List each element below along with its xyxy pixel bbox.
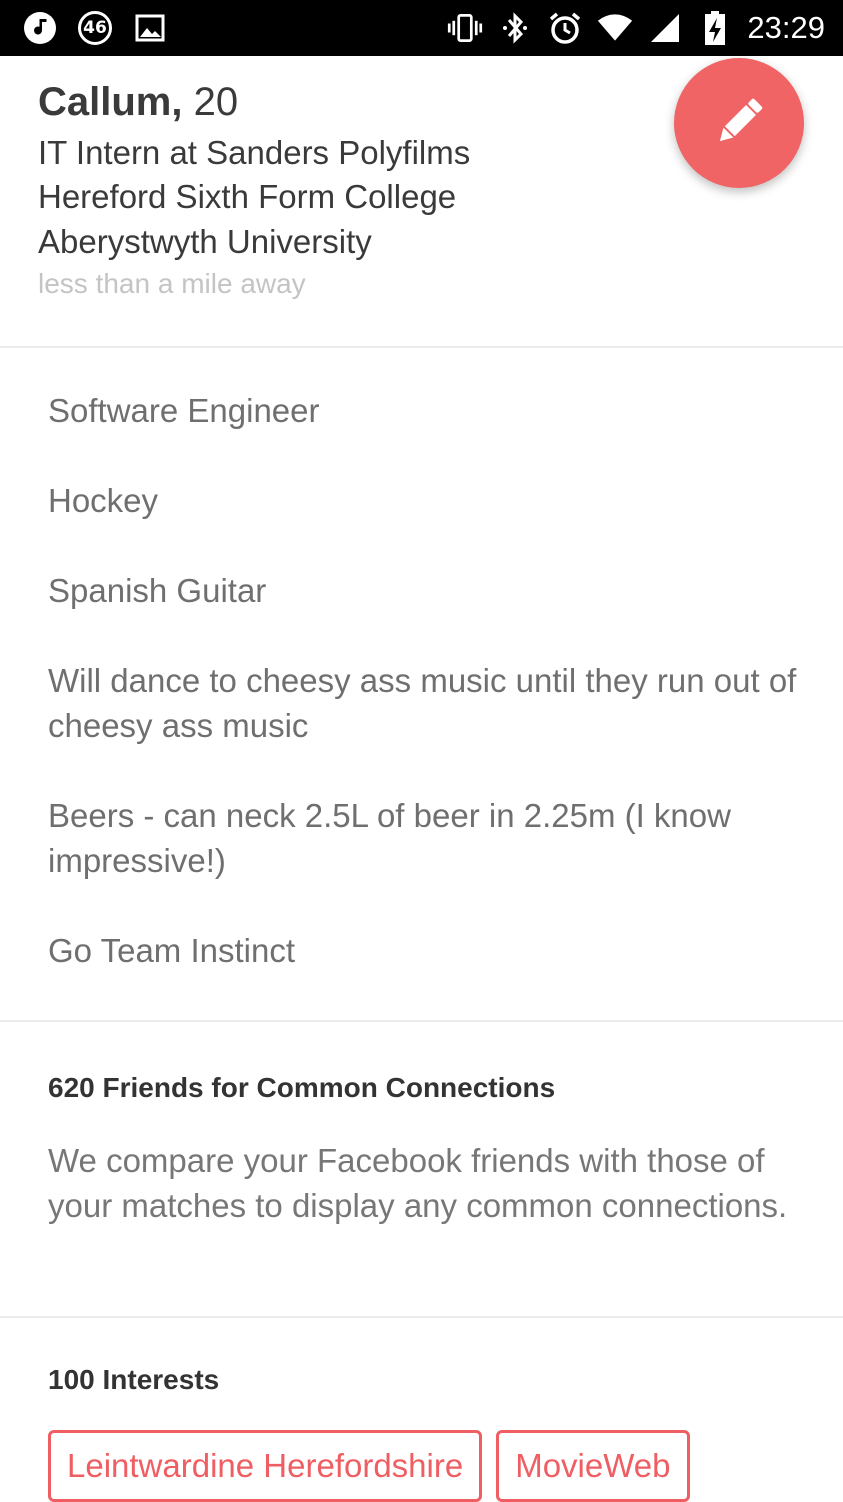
age-text: 20 — [193, 80, 239, 124]
divider — [0, 1316, 843, 1318]
bio-line: Go Team Instinct — [48, 932, 296, 969]
edit-profile-button[interactable] — [674, 58, 804, 188]
interest-chip[interactable]: MovieWeb — [496, 1430, 690, 1502]
bio-section: Software Engineer Hockey Spanish Guitar … — [48, 388, 808, 973]
bio-line: Beers - can neck 2.5L of beer in 2.25m (… — [48, 797, 731, 879]
music-note-icon — [22, 10, 58, 46]
vibrate-icon — [447, 10, 483, 46]
job-title: IT Intern at Sanders Polyfilms — [38, 134, 471, 171]
pencil-icon — [708, 91, 770, 156]
bluetooth-icon — [497, 10, 533, 46]
profile-header: Callum, 20 IT Intern at Sanders Polyfilm… — [0, 56, 843, 348]
wifi-icon — [597, 10, 633, 46]
connections-title: 620 Friends for Common Connections — [48, 1072, 556, 1103]
school-1: Hereford Sixth Form College — [38, 178, 457, 215]
bio-line: Will dance to cheesy ass music until the… — [48, 662, 797, 744]
distance-text: less than a mile away — [38, 268, 306, 299]
image-icon — [132, 10, 168, 46]
battery-charging-icon — [697, 10, 733, 46]
bio-line: Software Engineer — [48, 392, 320, 429]
alarm-icon — [547, 10, 583, 46]
profile-name: Callum, 20 — [38, 80, 238, 125]
connections-description: We compare your Facebook friends with th… — [48, 1142, 788, 1224]
name-text: Callum, — [38, 80, 183, 124]
bio-line: Hockey — [48, 482, 159, 519]
school-2: Aberystwyth University — [38, 223, 372, 260]
interests-title: 100 Interests — [48, 1364, 220, 1395]
cell-signal-icon — [647, 10, 683, 46]
divider — [0, 1020, 843, 1022]
divider — [0, 346, 843, 348]
clock: 23:29 — [747, 10, 825, 45]
interests-list: Leintwardine Herefordshire MovieWeb — [48, 1430, 704, 1502]
notification-count-badge: 46 — [78, 11, 112, 45]
status-bar: 46 23:29 — [0, 0, 843, 56]
interest-chip[interactable]: Leintwardine Herefordshire — [48, 1430, 483, 1502]
bio-line: Spanish Guitar — [48, 572, 267, 609]
